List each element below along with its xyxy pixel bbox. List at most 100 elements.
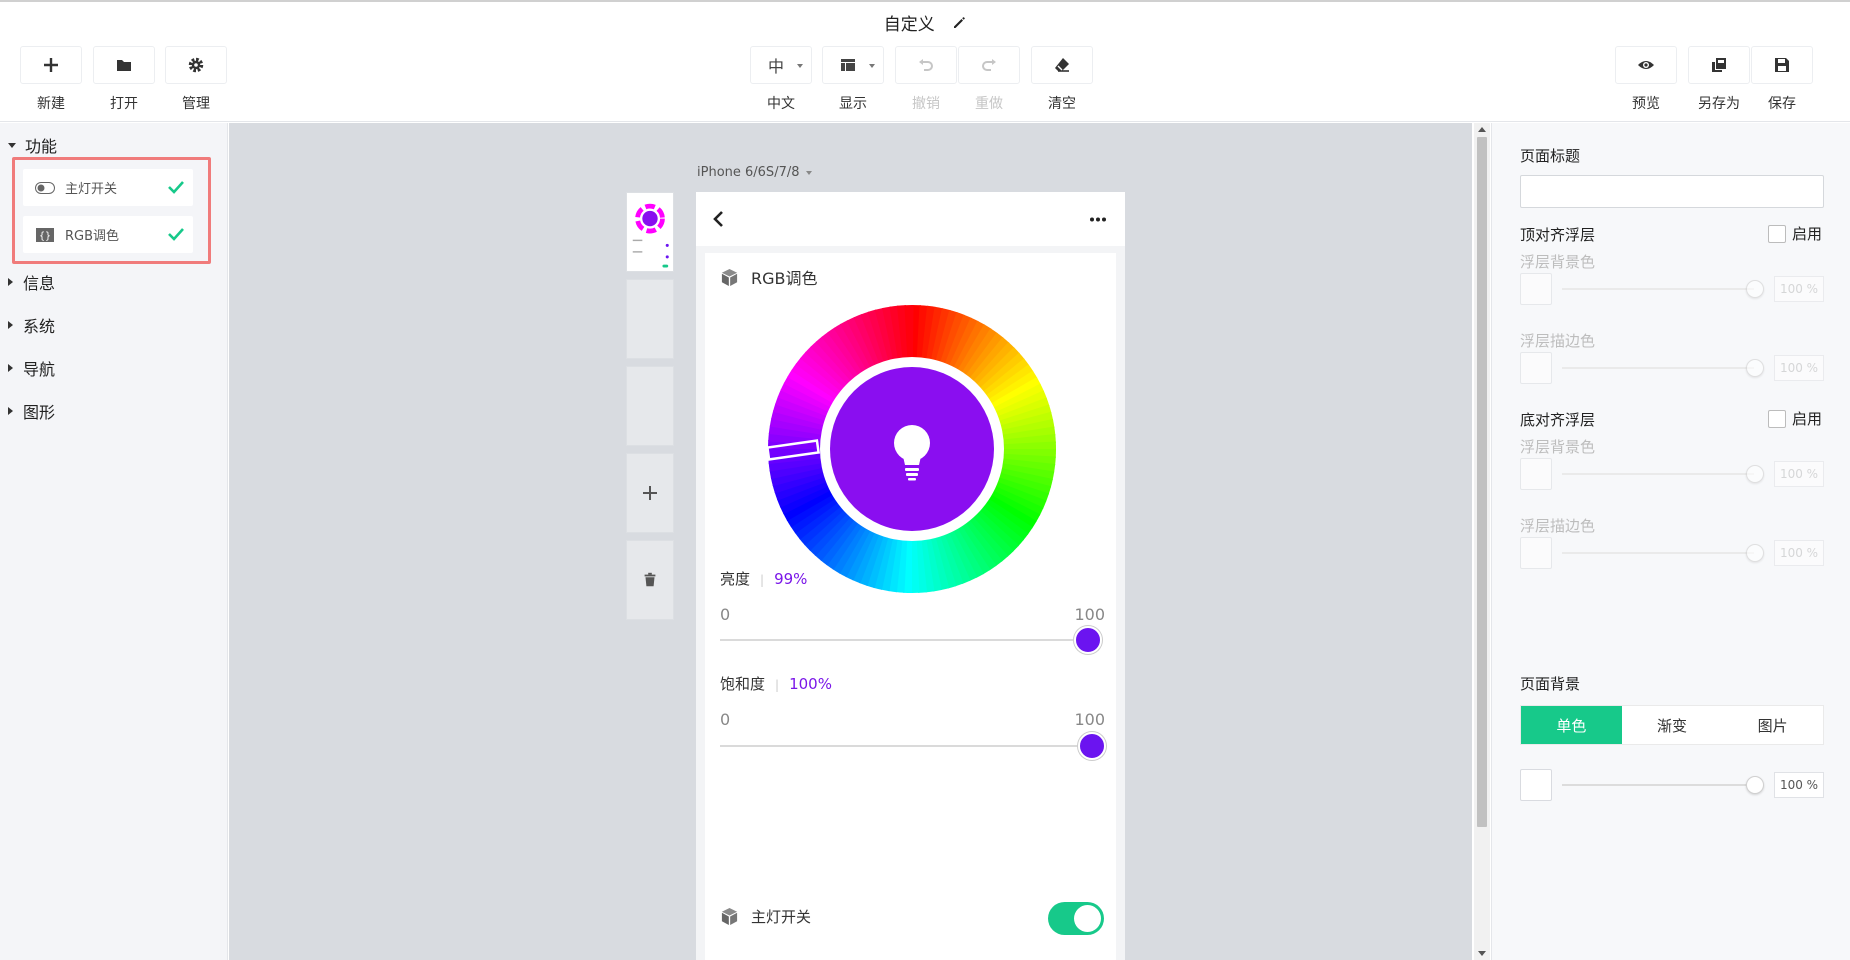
opacity-slider-handle[interactable] bbox=[1746, 359, 1764, 377]
svg-text:{}: {} bbox=[39, 231, 51, 242]
page-thumbnail-2[interactable] bbox=[626, 279, 674, 359]
top-layer-enable-checkbox[interactable]: 启用 bbox=[1768, 223, 1822, 244]
display-select[interactable]: 显示 bbox=[822, 46, 884, 113]
opacity-slider[interactable] bbox=[1562, 367, 1754, 369]
chevron-down-icon bbox=[869, 64, 875, 68]
rgb-card-title: RGB调色 bbox=[720, 265, 818, 289]
pencil-icon[interactable] bbox=[952, 16, 966, 30]
opacity-percent-input[interactable]: 100 % bbox=[1774, 276, 1824, 302]
opacity-slider-handle[interactable] bbox=[1746, 544, 1764, 562]
top-bg-color-label: 浮层背景色 bbox=[1520, 253, 1596, 271]
tab-gradient[interactable]: 渐变 bbox=[1622, 706, 1723, 744]
main-light-toggle[interactable] bbox=[1048, 902, 1104, 935]
opacity-slider[interactable] bbox=[1562, 784, 1754, 786]
opacity-slider-handle[interactable] bbox=[1746, 465, 1764, 483]
top-border-color-row: 100 % bbox=[1520, 352, 1824, 384]
saturation-slider-handle[interactable] bbox=[1078, 732, 1106, 760]
bottom-bg-color-row: 100 % bbox=[1520, 458, 1824, 490]
color-swatch[interactable] bbox=[1520, 537, 1552, 569]
page-title-label: 页面标题 bbox=[1520, 147, 1581, 165]
toggle-knob bbox=[1074, 905, 1101, 932]
opacity-percent-input[interactable]: 100 % bbox=[1774, 772, 1824, 798]
braces-icon: {} bbox=[36, 227, 54, 242]
category-function[interactable]: 功能 bbox=[8, 133, 57, 157]
scroll-down-arrow-icon[interactable] bbox=[1478, 951, 1486, 956]
redo-icon bbox=[982, 59, 996, 71]
phone-navbar bbox=[696, 192, 1125, 246]
bottom-layer-enable-checkbox[interactable]: 启用 bbox=[1768, 408, 1822, 429]
save-as-button[interactable]: 另存为 bbox=[1688, 46, 1750, 113]
language-select-value: 中 bbox=[767, 57, 784, 76]
component-label: RGB调色 bbox=[65, 229, 120, 244]
color-swatch[interactable] bbox=[1520, 458, 1552, 490]
save-button[interactable]: 保存 bbox=[1751, 46, 1813, 113]
saturation-slider-track[interactable] bbox=[720, 745, 1094, 747]
scrollbar-thumb[interactable] bbox=[1477, 137, 1487, 827]
component-main-light-switch[interactable]: 主灯开关 bbox=[23, 169, 193, 206]
rgb-color-card: RGB调色 亮度 | 99% 0 100 饱和度 | 100% 0 100 主灯… bbox=[705, 253, 1116, 960]
caret-right-icon bbox=[8, 364, 13, 372]
page-thumbnail-1[interactable] bbox=[626, 192, 674, 272]
canvas-scrollbar[interactable] bbox=[1474, 123, 1490, 960]
category-info[interactable]: 信息 bbox=[8, 270, 55, 294]
back-arrow-icon[interactable] bbox=[712, 209, 726, 229]
brightness-min: 0 bbox=[720, 605, 731, 624]
color-swatch[interactable] bbox=[1520, 352, 1552, 384]
thumbnail-preview-icon bbox=[632, 203, 669, 268]
page-background-label: 页面背景 bbox=[1520, 675, 1581, 693]
language-select[interactable]: 中 中文 bbox=[750, 46, 812, 113]
opacity-slider[interactable] bbox=[1562, 473, 1754, 475]
chevron-down-icon bbox=[805, 170, 812, 175]
category-system[interactable]: 系统 bbox=[8, 313, 55, 337]
undo-button[interactable]: 撤销 bbox=[895, 46, 957, 113]
opacity-slider-handle[interactable] bbox=[1746, 280, 1764, 298]
opacity-percent-input[interactable]: 100 % bbox=[1774, 461, 1824, 487]
clear-button[interactable]: 清空 bbox=[1031, 46, 1093, 113]
component-rgb-color[interactable]: {} RGB调色 bbox=[23, 216, 193, 253]
check-icon bbox=[168, 228, 184, 241]
device-selector[interactable]: iPhone 6/6S/7/8 bbox=[697, 165, 812, 180]
check-icon bbox=[168, 181, 184, 194]
floppy-icon bbox=[1775, 58, 1789, 72]
opacity-slider[interactable] bbox=[1562, 288, 1754, 290]
document-title[interactable]: 自定义 bbox=[0, 10, 1850, 35]
scroll-up-arrow-icon[interactable] bbox=[1478, 127, 1486, 132]
category-navigation[interactable]: 导航 bbox=[8, 356, 55, 380]
open-button[interactable]: 打开 bbox=[93, 46, 155, 113]
layout-icon bbox=[841, 59, 855, 71]
bottom-border-color-row: 100 % bbox=[1520, 537, 1824, 569]
preview-button[interactable]: 预览 bbox=[1615, 46, 1677, 113]
color-swatch[interactable] bbox=[1520, 273, 1552, 305]
category-graphics[interactable]: 图形 bbox=[8, 399, 55, 423]
opacity-slider[interactable] bbox=[1562, 552, 1754, 554]
design-canvas: iPhone 6/6S/7/8 RGB调色 亮度 | 99% 0 100 饱和度… bbox=[229, 123, 1472, 960]
tab-solid-color[interactable]: 单色 bbox=[1521, 706, 1622, 744]
caret-down-icon bbox=[8, 142, 16, 148]
main-light-switch-row: 主灯开关 bbox=[720, 906, 811, 927]
top-border-color-label: 浮层描边色 bbox=[1520, 332, 1596, 350]
brightness-slider-handle[interactable] bbox=[1074, 626, 1103, 654]
delete-page-button[interactable] bbox=[626, 540, 674, 620]
redo-button[interactable]: 重做 bbox=[958, 46, 1020, 113]
bottom-layer-label: 底对齐浮层 bbox=[1520, 411, 1596, 429]
more-icon[interactable] bbox=[1089, 217, 1107, 222]
manage-button[interactable]: 管理 bbox=[165, 46, 227, 113]
new-button[interactable]: 新建 bbox=[20, 46, 82, 113]
color-swatch[interactable] bbox=[1520, 769, 1552, 801]
page-thumbnail-3[interactable] bbox=[626, 366, 674, 446]
caret-right-icon bbox=[8, 321, 13, 329]
page-title-input[interactable] bbox=[1520, 175, 1824, 208]
top-layer-label: 顶对齐浮层 bbox=[1520, 226, 1596, 244]
brightness-label: 亮度 | 99% bbox=[720, 570, 808, 588]
tab-image[interactable]: 图片 bbox=[1722, 706, 1823, 744]
add-page-button[interactable] bbox=[626, 453, 674, 533]
brightness-slider-track[interactable] bbox=[720, 639, 1094, 641]
caret-right-icon bbox=[8, 278, 13, 286]
opacity-percent-input[interactable]: 100 % bbox=[1774, 540, 1824, 566]
color-wheel[interactable] bbox=[768, 305, 1056, 593]
opacity-slider-handle[interactable] bbox=[1746, 776, 1764, 794]
document-title-text: 自定义 bbox=[883, 15, 935, 35]
page-bg-color-row: 100 % bbox=[1520, 769, 1824, 801]
opacity-percent-input[interactable]: 100 % bbox=[1774, 355, 1824, 381]
properties-panel: 页面标题 顶对齐浮层 启用 浮层背景色 100 % 浮层描边色 100 % 底对… bbox=[1491, 123, 1850, 960]
